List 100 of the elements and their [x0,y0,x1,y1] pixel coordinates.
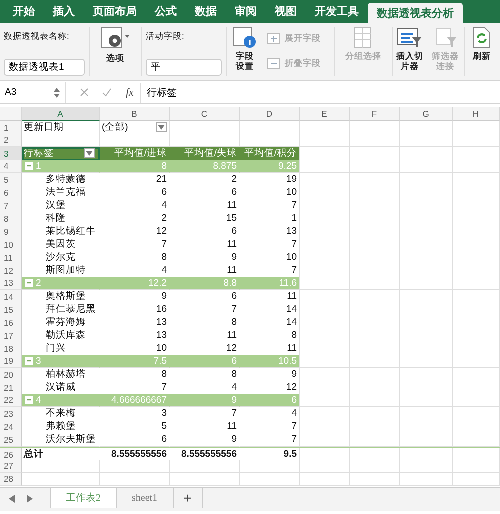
table-cell-text: 4 [160,200,168,211]
table-cell-text: 更新日期 [23,121,65,134]
table-cell-text: 沙尔克 [45,251,77,264]
row-number: 12 [0,264,22,278]
filter-dropdown-button[interactable] [156,122,167,132]
collapse-icon[interactable] [25,357,33,365]
collapse-icon[interactable] [25,279,33,287]
table-cell-text: 11.6 [278,278,298,288]
refresh-button[interactable]: 刷新 [471,27,493,61]
row-number: 5 [0,173,22,187]
sheet-tab[interactable]: sheet1 [117,488,174,508]
table-cell-text: 12 [225,343,238,354]
row-number: 4 [0,160,22,173]
table-cell-text: 11 [226,239,238,250]
table-cell-text: 8.875 [212,160,238,172]
ribbon-tab[interactable]: 开发工具 [306,0,368,23]
check-icon[interactable] [102,88,112,97]
row-number: 24 [0,420,22,434]
table-cell-text: 1 [290,213,298,224]
table-cell-text: 2 [230,174,238,185]
select-all-corner[interactable] [0,107,22,121]
table-cell-text: 16 [155,304,168,315]
filter-dropdown-button[interactable] [84,148,95,158]
table-cell-text: 10 [155,343,168,354]
previous-sheet-icon[interactable] [8,495,16,503]
table-cell-text: 4 [160,265,168,276]
table-cell-text: 门兴 [45,342,67,355]
ribbon-tab[interactable]: 审阅 [226,0,266,23]
ribbon-tab[interactable]: 数据透视表分析 [368,3,463,23]
table-cell-text: 15 [225,213,238,224]
column-header[interactable]: E [300,107,350,121]
table-cell-text: 9 [290,369,298,380]
ribbon-tab[interactable]: 公式 [146,0,186,23]
formula-input[interactable]: 行标签 [146,86,177,100]
row-number: 20 [0,368,22,382]
column-header[interactable]: G [400,107,453,121]
table-cell-text: 12 [155,226,168,237]
cancel-icon[interactable] [80,88,89,97]
name-box[interactable]: A3 [0,82,66,103]
row-number: 2 [0,134,22,147]
function-button[interactable]: fx [126,86,134,98]
info-icon [233,27,257,49]
table-cell-text: 14 [285,304,298,315]
table-cell-text: 11 [226,330,238,341]
add-sheet-button[interactable]: + [174,488,203,508]
collapse-icon[interactable] [25,396,33,404]
ribbon-tab[interactable]: 页面布局 [84,0,146,23]
field-settings-button[interactable]: 字段设置 [233,27,257,71]
table-cell-text: 14 [285,317,298,328]
active-field-input[interactable]: 平 [146,59,222,76]
table-cell-text: 9 [230,394,238,406]
collapse-icon[interactable] [25,162,33,170]
ribbon-tab[interactable]: 数据 [186,0,226,23]
table-cell-text: 法兰克福 [45,186,87,199]
pivot-name-field[interactable]: 数据透视表1 [4,59,85,76]
ribbon-tab[interactable]: 插入 [44,0,84,23]
row-number: 13 [0,277,22,290]
table-cell-text: 13 [285,226,298,237]
table-cell-text: 12.2 [148,278,168,288]
table-cell-text: 2 [160,213,168,224]
table-cell-text: 平均值/积分 [243,147,298,160]
table-cell-text: 7 [290,239,298,250]
table-cell-text: 4 [230,382,238,393]
row-number: 8 [0,212,22,226]
table-cell-text: 7 [230,304,238,315]
table-cell-text: 11 [226,200,238,211]
table-cell-text: 霍芬海姆 [45,316,87,329]
row-number: 27 [0,460,22,473]
table-cell-text: 6 [230,226,238,237]
options-button[interactable]: 选项 [100,27,130,63]
row-number: 16 [0,316,22,330]
next-sheet-icon[interactable] [26,495,34,503]
row-number: 14 [0,290,22,304]
stepper-icon[interactable] [54,86,60,98]
ribbon-tab[interactable]: 开始 [4,0,44,23]
table-cell-text: 11 [226,265,238,276]
table-cell-text: 11 [286,291,298,302]
column-header[interactable]: A [22,107,100,121]
pivot-name-label: 数据透视表名称: [4,31,70,43]
row-number: 9 [0,225,22,239]
row-number: 28 [0,473,22,486]
ribbon-tab[interactable]: 视图 [266,0,306,23]
table-cell-text: 8.555555556 [110,449,168,460]
table-cell-text: 美因茨 [45,238,77,251]
table-cell-text: 6 [230,356,238,366]
column-header[interactable]: D [240,107,300,121]
table-cell-text: 拜仁慕尼黑 [45,303,97,316]
table-cell-text: 11 [286,343,298,354]
table-cell-text: 1 [35,160,42,172]
table-cell-text: 6 [230,291,238,302]
column-header[interactable]: B [100,107,170,121]
table-cell-text: 莱比锡红牛 [45,225,97,238]
table-cell-text: 平均值/进球 [113,147,168,160]
column-header[interactable]: F [350,107,400,121]
insert-slicer-button[interactable]: 插入切片器 [395,27,425,71]
column-header[interactable]: H [453,107,500,121]
table-cell-text: 12 [285,382,298,393]
table-cell-text: 8 [160,369,168,380]
column-header[interactable]: C [170,107,240,121]
table-cell-text: 21 [155,174,168,185]
